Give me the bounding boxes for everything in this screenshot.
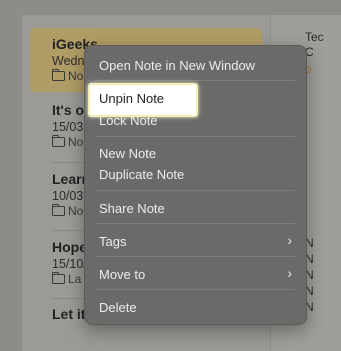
- menu-item-duplicate-note[interactable]: Duplicate Note: [99, 167, 184, 182]
- menu-separator: [95, 136, 295, 137]
- note-date: 15/03: [52, 120, 84, 134]
- note-folder: No: [51, 135, 84, 149]
- menu-separator: [95, 223, 295, 224]
- note-folder: No: [51, 204, 87, 218]
- chevron-right-icon: ›: [287, 265, 292, 281]
- folder-icon: [51, 135, 65, 147]
- menu-item-new-note[interactable]: New Note: [99, 146, 156, 161]
- folder-icon: [51, 272, 65, 284]
- folder-icon: [51, 204, 65, 216]
- menu-item-label: Move to: [99, 267, 146, 282]
- menu-separator: [95, 190, 295, 191]
- note-item-4[interactable]: Hope 15/10/ La: [51, 239, 87, 286]
- note-date: 10/03: [52, 189, 84, 203]
- menu-separator: [95, 80, 295, 81]
- note-title: It's o: [52, 102, 85, 118]
- menu-separator: [95, 256, 295, 257]
- note-item-3[interactable]: Learr 10/03 No: [51, 171, 88, 218]
- menu-item-share-note[interactable]: Share Note: [99, 201, 165, 216]
- note-item-2[interactable]: It's o 15/03 No: [51, 102, 85, 149]
- menu-item-move-to[interactable]: Move to: [99, 267, 145, 282]
- note-item-5[interactable]: Let it: [52, 306, 85, 322]
- note-title: Learr: [52, 171, 88, 187]
- note-title: Hope: [52, 239, 87, 255]
- menu-item-label: Tags: [99, 234, 127, 249]
- menu-item-tags[interactable]: Tags: [99, 234, 294, 249]
- note-date: 15/10/: [52, 257, 87, 271]
- menu-item-label: Unpin Note: [99, 91, 165, 106]
- menu-separator: [95, 289, 295, 290]
- chevron-right-icon: ›: [287, 232, 292, 248]
- folder-icon: [51, 69, 65, 81]
- menu-item-unpin-note[interactable]: Unpin Note: [88, 83, 198, 117]
- note-title: Let it: [52, 306, 86, 322]
- preview-text: Tec: [305, 30, 324, 44]
- menu-item-delete[interactable]: Delete: [99, 300, 137, 315]
- note-folder: La: [51, 272, 87, 286]
- menu-item-open-new-window[interactable]: Open Note in New Window: [99, 58, 255, 73]
